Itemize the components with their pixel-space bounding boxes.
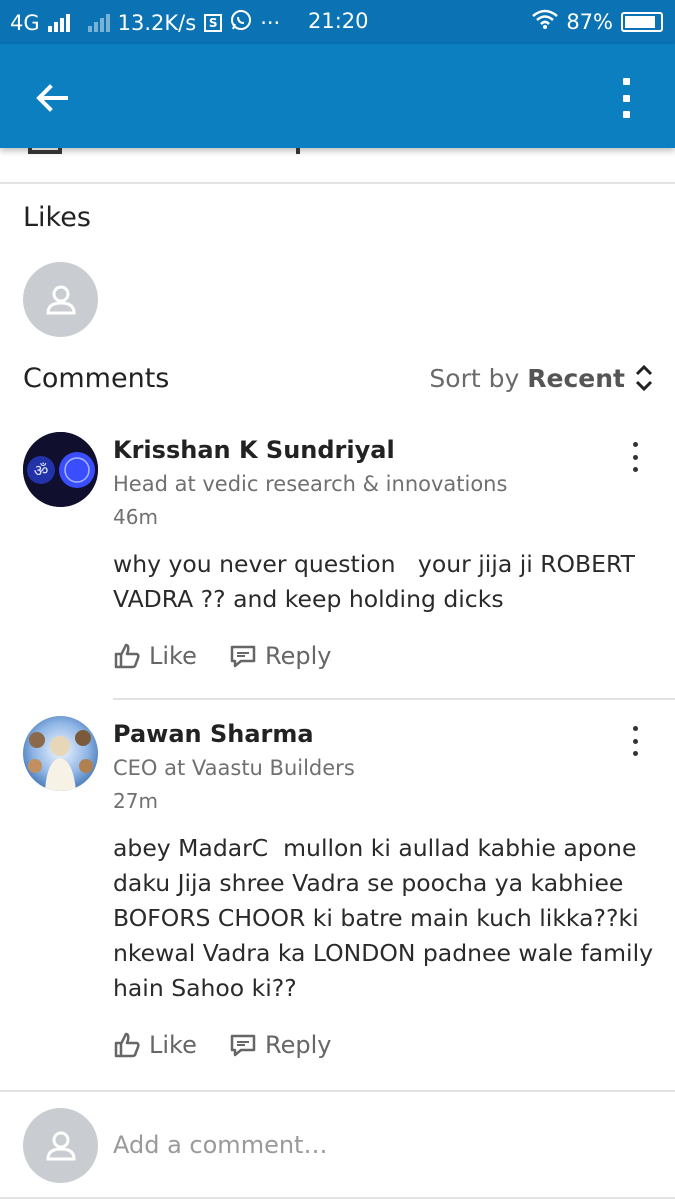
overflow-menu-button[interactable] [615, 76, 637, 120]
clock: 21:20 [308, 9, 369, 33]
my-avatar [23, 1108, 98, 1183]
sort-value: Recent [527, 363, 625, 393]
deity-photo-icon [23, 716, 98, 791]
back-button[interactable] [30, 76, 74, 120]
liker-avatar[interactable] [23, 262, 98, 337]
thumbs-up-icon [114, 643, 140, 669]
scrolled-content-fragment [28, 148, 62, 154]
notification-overflow: ··· [260, 10, 281, 35]
comment-options-button[interactable] [625, 442, 645, 472]
whatsapp-icon [230, 9, 252, 36]
svg-text:ॐ: ॐ [34, 461, 49, 480]
commenter-headline: Head at vedic research & innovations [113, 472, 508, 496]
commenter-avatar[interactable]: ॐ [23, 432, 98, 507]
commenter-avatar[interactable] [23, 716, 98, 791]
add-comment-input[interactable]: Add a comment… [113, 1131, 327, 1159]
comment-time: 46m [113, 505, 158, 529]
comments-title: Comments [23, 363, 170, 394]
like-label: Like [149, 642, 197, 670]
status-bar: 4G 13.2K/s S ··· 21:20 87% [0, 0, 675, 44]
reply-button[interactable]: Reply [229, 642, 331, 670]
network-speed: 13.2K/s [117, 10, 197, 35]
divider [0, 182, 675, 184]
scrolled-content-fragment-2 [296, 148, 300, 154]
battery-icon [621, 11, 663, 32]
app-bar [0, 44, 675, 148]
commenter-name[interactable]: Krisshan K Sundriyal [113, 436, 395, 464]
comment-options-button[interactable] [625, 726, 645, 756]
signal-secondary-icon [87, 13, 110, 32]
commenter-name[interactable]: Pawan Sharma [113, 720, 314, 748]
comment-time: 27m [113, 789, 158, 813]
commenter-headline: CEO at Vaastu Builders [113, 756, 355, 780]
wifi-icon [532, 9, 559, 34]
comment-text: abey MadarC mullon ki aullad kabhie apon… [113, 834, 661, 1002]
divider [0, 1090, 675, 1092]
reply-label: Reply [265, 1031, 332, 1059]
like-label: Like [149, 1031, 197, 1059]
battery-percent: 87% [566, 9, 613, 34]
divider [113, 698, 675, 700]
arrow-left-icon [36, 84, 68, 112]
network-type: 4G [10, 10, 40, 35]
person-icon [45, 285, 76, 314]
sim-badge-icon: S [204, 13, 223, 32]
person-icon [45, 1131, 76, 1160]
reply-icon [230, 645, 256, 668]
reply-button[interactable]: Reply [229, 1031, 331, 1059]
likes-title: Likes [23, 202, 91, 233]
like-button[interactable]: Like [113, 1031, 197, 1059]
reply-icon [230, 1034, 256, 1057]
sort-prefix: Sort by [429, 363, 520, 393]
comment-text: why you never question your jija ji ROBE… [113, 550, 643, 613]
sort-control[interactable]: Sort by Recent [429, 363, 655, 393]
signal-icon [47, 13, 70, 32]
reply-label: Reply [265, 642, 332, 670]
like-button[interactable]: Like [113, 642, 197, 670]
thumbs-up-icon [114, 1032, 140, 1058]
divider [0, 1197, 675, 1199]
chevron-up-down-icon [635, 364, 653, 392]
om-symbol-icon: ॐ [23, 432, 98, 507]
